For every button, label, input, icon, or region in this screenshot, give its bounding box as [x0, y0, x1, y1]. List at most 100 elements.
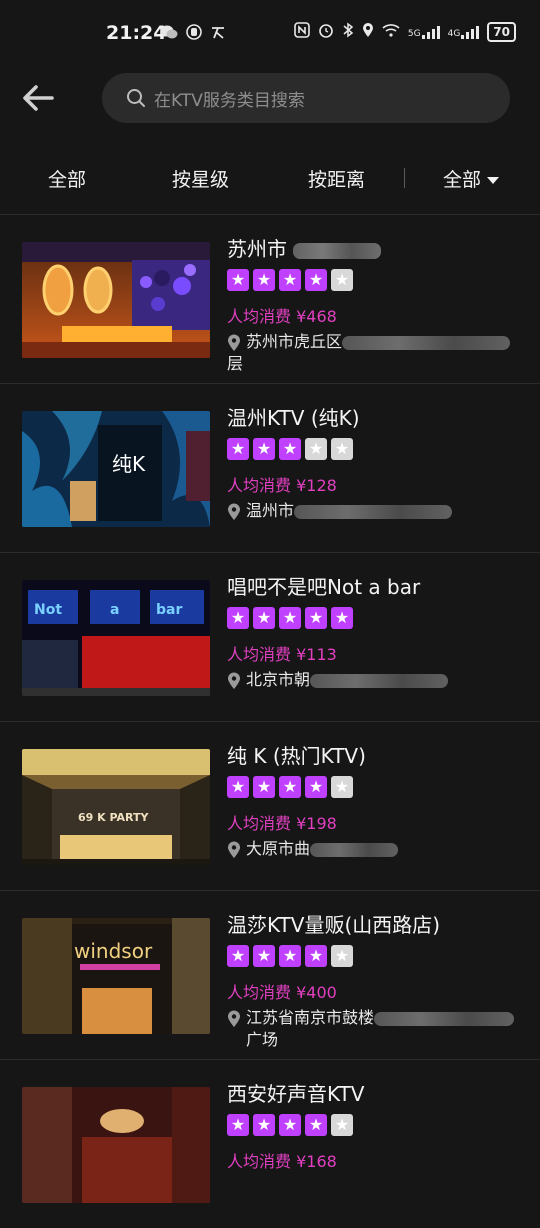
- star-icon: ★: [227, 1114, 249, 1136]
- venue-address: 温州市: [227, 500, 527, 522]
- ktv-list-item[interactable]: 69 K PARTY 纯 K (热门KTV) ★ ★ ★ ★ ★ 人均消费 ¥1…: [0, 721, 540, 890]
- average-price: 人均消费 ¥468: [227, 307, 337, 326]
- average-price: 人均消费 ¥198: [227, 814, 337, 833]
- ktv-list: 苏州市 ★ ★ ★ ★ ★ 人均消费 ¥468 苏州市虎丘区 层 纯K 温州KT…: [0, 214, 540, 1228]
- search-box[interactable]: 在KTV服务类目搜索: [102, 73, 510, 123]
- filter-by-distance[interactable]: 按距离: [308, 165, 365, 192]
- venue-name: 苏州市: [227, 233, 382, 262]
- ktv-list-item[interactable]: 西安好声音KTV ★ ★ ★ ★ ★ 人均消费 ¥168: [0, 1059, 540, 1228]
- star-icon: ★: [253, 945, 275, 967]
- network-5g-label: 5G: [407, 29, 421, 39]
- star-empty-icon: ★: [331, 945, 353, 967]
- back-button[interactable]: [18, 78, 58, 118]
- hand-icon: [186, 24, 202, 44]
- system-icons: 5G 4G 70: [294, 22, 516, 42]
- wifi-icon: [382, 23, 400, 41]
- star-icon: ★: [253, 269, 275, 291]
- venue-name-text: 苏州市: [227, 237, 287, 261]
- star-rating: ★ ★ ★ ★ ★: [227, 945, 353, 967]
- filter-divider: [404, 168, 405, 188]
- svg-text:纯K: 纯K: [112, 452, 146, 476]
- filter-by-rating[interactable]: 按星级: [172, 165, 229, 192]
- venue-name: 唱吧不是吧Not a bar: [227, 575, 421, 599]
- caret-down-icon: [487, 177, 500, 184]
- address-text: 江苏省南京市鼓楼: [246, 1008, 375, 1027]
- star-rating: ★ ★ ★ ★ ★: [227, 438, 353, 460]
- ktv-list-item[interactable]: windsor 温莎KTV量贩(山西路店) ★ ★ ★ ★ ★ 人均消费 ¥40…: [0, 890, 540, 1059]
- star-rating: ★ ★ ★ ★ ★: [227, 1114, 353, 1136]
- nfc-icon: [294, 22, 310, 42]
- status-time: 21:24: [106, 22, 167, 44]
- average-price: 人均消费 ¥400: [227, 983, 337, 1002]
- wechat-icon: [160, 24, 178, 44]
- star-icon: ★: [227, 438, 249, 460]
- location-pin-icon: [228, 334, 240, 351]
- venue-address: 大原市曲: [227, 838, 527, 860]
- venue-address: 苏州市虎丘区 层: [227, 331, 527, 375]
- star-icon: ★: [227, 776, 249, 798]
- location-icon: [362, 22, 374, 42]
- venue-name: 温州KTV (纯K): [227, 406, 360, 430]
- battery-indicator: 70: [487, 22, 516, 42]
- alarm-icon: [318, 22, 334, 42]
- location-pin-icon: [228, 503, 240, 520]
- filter-bar: 全部 按星级 按距离 全部: [0, 150, 540, 206]
- redacted-text: [310, 842, 399, 857]
- address-text: 苏州市虎丘区: [246, 332, 343, 351]
- star-icon: ★: [279, 1114, 301, 1136]
- svg-text:a: a: [110, 602, 119, 618]
- star-icon: ★: [227, 607, 249, 629]
- venue-thumbnail: [22, 1087, 210, 1203]
- star-icon: ★: [305, 945, 327, 967]
- star-empty-icon: ★: [331, 776, 353, 798]
- ktv-list-item[interactable]: 苏州市 ★ ★ ★ ★ ★ 人均消费 ¥468 苏州市虎丘区 层: [0, 214, 540, 383]
- filter-all[interactable]: 全部: [48, 165, 86, 192]
- venue-address: 江苏省南京市鼓楼 广场: [227, 1007, 527, 1051]
- star-rating: ★ ★ ★ ★ ★: [227, 776, 353, 798]
- address-text: 温州市: [246, 501, 295, 520]
- venue-thumbnail: 69 K PARTY: [22, 749, 210, 865]
- star-icon: ★: [279, 945, 301, 967]
- filter-category-label: 全部: [443, 169, 482, 191]
- average-price: 人均消费 ¥168: [227, 1152, 337, 1171]
- star-icon: ★: [253, 607, 275, 629]
- ktv-list-item[interactable]: 纯K 温州KTV (纯K) ★ ★ ★ ★ ★ 人均消费 ¥128 温州市: [0, 383, 540, 552]
- average-price: 人均消费 ¥128: [227, 476, 337, 495]
- svg-text:windsor: windsor: [74, 939, 153, 963]
- notification-icons: [160, 24, 226, 44]
- star-icon: ★: [227, 269, 249, 291]
- star-icon: ★: [227, 945, 249, 967]
- star-icon: ★: [279, 438, 301, 460]
- filter-category-dropdown[interactable]: 全部: [443, 165, 500, 192]
- redacted-text: [294, 504, 453, 519]
- star-icon: ★: [279, 776, 301, 798]
- status-bar: 21:24 5G 4G 70: [0, 0, 540, 66]
- address-text: 大原市曲: [246, 839, 311, 858]
- redacted-text: [374, 1011, 515, 1026]
- star-icon: ★: [305, 776, 327, 798]
- star-empty-icon: ★: [305, 438, 327, 460]
- address-text: 北京市朝: [246, 670, 311, 689]
- star-icon: ★: [279, 607, 301, 629]
- star-empty-icon: ★: [331, 438, 353, 460]
- location-pin-icon: [228, 672, 240, 689]
- star-rating: ★ ★ ★ ★ ★: [227, 607, 353, 629]
- venue-thumbnail: [22, 242, 210, 358]
- search-icon: [127, 89, 145, 107]
- venue-thumbnail: windsor: [22, 918, 210, 1034]
- venue-name: 纯 K (热门KTV): [227, 744, 366, 768]
- ktv-list-item[interactable]: Not a bar 唱吧不是吧Not a bar ★ ★ ★ ★ ★ 人均消费 …: [0, 552, 540, 721]
- address-text-cont: 广场: [246, 1030, 279, 1049]
- arrow-left-icon: [23, 85, 54, 111]
- venue-thumbnail: 纯K: [22, 411, 210, 527]
- venue-address: 北京市朝: [227, 669, 527, 691]
- signal-4g-icon: 4G: [448, 25, 480, 39]
- location-pin-icon: [228, 1010, 240, 1027]
- star-empty-icon: ★: [331, 269, 353, 291]
- search-placeholder: 在KTV服务类目搜索: [154, 91, 305, 111]
- star-rating: ★ ★ ★ ★ ★: [227, 269, 353, 291]
- bluetooth-icon: [342, 22, 354, 42]
- svg-text:bar: bar: [156, 602, 182, 618]
- star-empty-icon: ★: [331, 1114, 353, 1136]
- venue-name: 西安好声音KTV: [227, 1082, 365, 1106]
